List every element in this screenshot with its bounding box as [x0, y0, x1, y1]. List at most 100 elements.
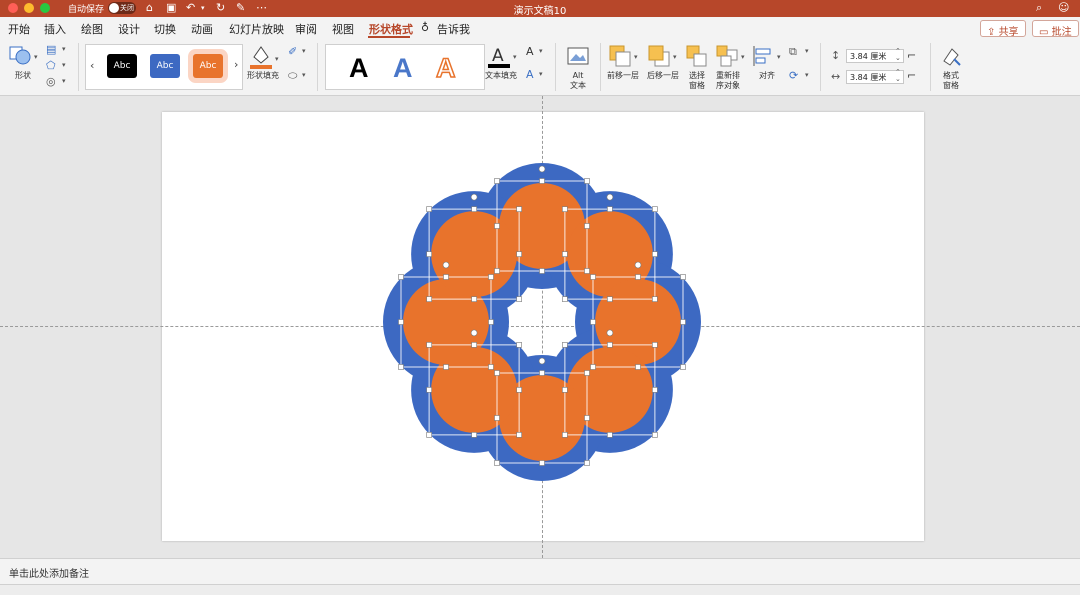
rotate-handle[interactable]	[606, 193, 614, 201]
tab-insert[interactable]: 插入	[44, 21, 66, 37]
resize-handle[interactable]	[488, 274, 494, 280]
tab-design[interactable]: 设计	[118, 21, 140, 37]
resize-handle[interactable]	[443, 274, 449, 280]
rotate-icon[interactable]: ⟳	[789, 69, 798, 82]
resize-handle[interactable]	[652, 387, 658, 393]
wordart-style-blue[interactable]: A	[393, 53, 413, 84]
width-spin-down-icon[interactable]: ⌄	[895, 75, 901, 83]
align-icon[interactable]	[752, 45, 774, 67]
resize-handle[interactable]	[426, 387, 432, 393]
resize-handle[interactable]	[471, 296, 477, 302]
resize-handle[interactable]	[398, 319, 404, 325]
shape-outline-icon[interactable]: ✐	[288, 45, 297, 58]
reorder-objects-icon[interactable]	[716, 45, 738, 67]
resize-handle[interactable]	[562, 296, 568, 302]
resize-handle[interactable]	[398, 274, 404, 280]
resize-handle[interactable]	[539, 460, 545, 466]
send-backward-icon[interactable]	[648, 45, 670, 67]
resize-handle[interactable]	[590, 274, 596, 280]
group-dropdown-icon[interactable]: ▾	[805, 47, 809, 55]
resize-handle[interactable]	[426, 251, 432, 257]
resize-handle[interactable]	[398, 364, 404, 370]
resize-handle[interactable]	[584, 178, 590, 184]
merge-shapes-dropdown-icon[interactable]: ▾	[62, 77, 66, 85]
align-dropdown-icon[interactable]: ▾	[777, 53, 781, 61]
gallery-prev-icon[interactable]: ‹	[90, 59, 94, 72]
tab-transitions[interactable]: 切换	[154, 21, 176, 37]
resize-handle[interactable]	[584, 415, 590, 421]
gallery-next-icon[interactable]: ›	[234, 58, 238, 71]
resize-handle[interactable]	[607, 206, 613, 212]
comments-button[interactable]: ▭ 批注	[1032, 20, 1079, 38]
shape-style-blue[interactable]: Abc	[150, 54, 180, 78]
text-box-dropdown-icon[interactable]: ▾	[62, 45, 66, 53]
resize-handle[interactable]	[488, 364, 494, 370]
text-outline-dropdown-icon[interactable]: ▾	[539, 47, 543, 55]
rotate-handle[interactable]	[538, 357, 546, 365]
search-icon[interactable]: ⌕	[1036, 1, 1042, 15]
resize-handle[interactable]	[494, 415, 500, 421]
resize-handle[interactable]	[562, 432, 568, 438]
edit-shape-icon[interactable]: ⬠	[46, 59, 56, 72]
resize-handle[interactable]	[590, 319, 596, 325]
shape-fill-icon[interactable]	[249, 43, 273, 69]
resize-handle[interactable]	[516, 432, 522, 438]
text-box-icon[interactable]: ▤	[46, 43, 56, 56]
resize-handle[interactable]	[652, 296, 658, 302]
lock-aspect-ratio-icon[interactable]: ⌐	[907, 49, 916, 62]
tab-shape-format[interactable]: 形状格式	[369, 21, 413, 37]
selection-pane-icon[interactable]	[686, 45, 708, 67]
resize-handle[interactable]	[635, 274, 641, 280]
rotate-handle[interactable]	[538, 165, 546, 173]
resize-handle[interactable]	[494, 223, 500, 229]
shape-outline-dropdown-icon[interactable]: ▾	[302, 47, 306, 55]
send-backward-dropdown-icon[interactable]: ▾	[673, 53, 677, 61]
edit-shape-dropdown-icon[interactable]: ▾	[62, 61, 66, 69]
alt-text-icon[interactable]	[567, 45, 589, 67]
size-options-icon[interactable]: ⌐	[907, 69, 916, 82]
bring-forward-dropdown-icon[interactable]: ▾	[634, 53, 638, 61]
slide-editor[interactable]	[0, 96, 1080, 558]
resize-handle[interactable]	[652, 251, 658, 257]
resize-handle[interactable]	[488, 319, 494, 325]
resize-handle[interactable]	[516, 251, 522, 257]
resize-handle[interactable]	[471, 342, 477, 348]
wordart-style-black[interactable]: A	[349, 53, 369, 84]
group-icon[interactable]: ⧉	[789, 45, 797, 59]
tab-review[interactable]: 审阅	[295, 21, 317, 37]
resize-handle[interactable]	[562, 206, 568, 212]
resize-handle[interactable]	[516, 296, 522, 302]
shape-style-orange[interactable]: Abc	[193, 54, 223, 78]
shapes-icon[interactable]	[9, 45, 31, 65]
resize-handle[interactable]	[607, 296, 613, 302]
shape-style-black[interactable]: Abc	[107, 54, 137, 78]
height-spin-down-icon[interactable]: ⌄	[895, 54, 901, 62]
resize-handle[interactable]	[516, 206, 522, 212]
tab-slideshow[interactable]: 幻灯片放映	[229, 21, 284, 37]
resize-handle[interactable]	[494, 370, 500, 376]
resize-handle[interactable]	[590, 364, 596, 370]
resize-handle[interactable]	[652, 432, 658, 438]
account-icon[interactable]: ☺	[1058, 1, 1069, 14]
resize-handle[interactable]	[494, 268, 500, 274]
rotate-dropdown-icon[interactable]: ▾	[805, 71, 809, 79]
orange-circle[interactable]	[431, 211, 518, 298]
resize-handle[interactable]	[584, 223, 590, 229]
resize-handle[interactable]	[539, 370, 545, 376]
resize-handle[interactable]	[471, 206, 477, 212]
resize-handle[interactable]	[562, 387, 568, 393]
tab-home[interactable]: 开始	[8, 21, 30, 37]
text-fill-dropdown-icon[interactable]: ▾	[513, 53, 517, 61]
text-outline-icon[interactable]: A	[526, 45, 534, 58]
shape-effects-dropdown-icon[interactable]: ▾	[302, 71, 306, 79]
resize-handle[interactable]	[426, 206, 432, 212]
text-fill-icon[interactable]: A	[487, 43, 511, 69]
merge-shapes-icon[interactable]: ◎	[46, 75, 56, 88]
format-pane-icon[interactable]	[940, 45, 962, 67]
rotate-handle[interactable]	[470, 193, 478, 201]
resize-handle[interactable]	[426, 432, 432, 438]
resize-handle[interactable]	[426, 342, 432, 348]
notes-pane[interactable]: 单击此处添加备注	[0, 558, 1080, 584]
resize-handle[interactable]	[539, 178, 545, 184]
rotate-handle[interactable]	[470, 329, 478, 337]
